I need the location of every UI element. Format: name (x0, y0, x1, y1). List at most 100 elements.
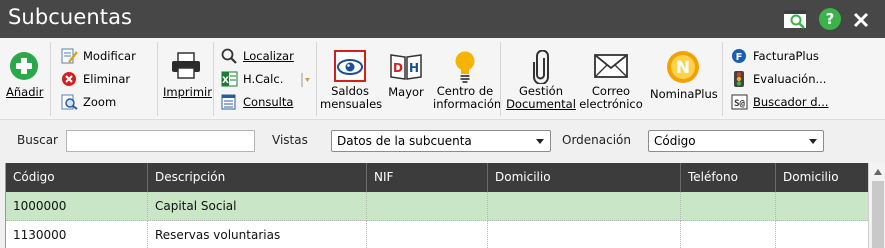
information-center-label-2: información (433, 97, 502, 111)
cell-address (488, 192, 681, 221)
finder-button[interactable]: S@ Buscador d... (731, 92, 831, 112)
facturaplus-button[interactable]: F FacturaPlus (731, 46, 831, 66)
document-management-label-2: Documental (506, 97, 576, 111)
evaluation-label: Evaluación... (753, 72, 827, 86)
table-row[interactable]: 1000000 Capital Social (6, 192, 868, 221)
modify-label: Modificar (83, 49, 136, 63)
finder-icon: S@ (731, 94, 748, 110)
finder-label: Buscador d... (753, 95, 829, 109)
cell-code: 1130000 (6, 221, 148, 248)
cell-code: 1000000 (6, 192, 148, 221)
vertical-scrollbar[interactable] (868, 163, 885, 248)
search-input[interactable] (66, 130, 255, 152)
title-bar: Subcuentas ? (0, 0, 885, 38)
modify-button[interactable]: Modificar (61, 46, 151, 66)
cell-description: Capital Social (148, 192, 367, 221)
facturaplus-label: FacturaPlus (753, 49, 819, 63)
paperclip-icon (533, 50, 549, 84)
chevron-down-icon (809, 139, 817, 144)
cell-address-2 (776, 192, 868, 221)
edit-document-icon (61, 48, 78, 64)
eye-icon (334, 50, 366, 82)
spreadsheet-icon: X (221, 71, 238, 87)
scroll-up-icon[interactable] (873, 168, 883, 176)
envelope-icon (594, 54, 628, 78)
zoom-button[interactable]: Zoom (61, 92, 151, 112)
delete-button[interactable]: Eliminar (61, 69, 151, 89)
add-icon (10, 52, 38, 80)
svg-text:D: D (393, 61, 403, 75)
zoom-label: Zoom (83, 95, 117, 109)
print-button[interactable]: Imprimir (163, 48, 212, 112)
filter-bar: Buscar Vistas Datos de la subcuenta Orde… (0, 120, 885, 162)
zoom-document-icon (61, 94, 78, 110)
close-icon[interactable] (851, 7, 871, 31)
cell-phone (681, 192, 776, 221)
monthly-balances-button[interactable]: Saldos mensuales (320, 48, 383, 114)
cell-address-2 (776, 221, 868, 248)
order-select-value: Código (654, 134, 696, 148)
monthly-balances-label-2: mensuales (320, 97, 383, 111)
views-select[interactable]: Datos de la subcuenta (331, 130, 551, 152)
svg-text:F: F (736, 52, 743, 63)
window-title: Subcuentas (8, 5, 133, 29)
magnifier-icon (221, 48, 237, 64)
nominaplus-button[interactable]: N NominaPlus (650, 48, 718, 112)
separator (157, 42, 158, 116)
cell-address (488, 221, 681, 248)
evaluation-button[interactable]: Evaluación... (731, 69, 831, 89)
svg-text:S@: S@ (734, 99, 745, 109)
locate-button[interactable]: Localizar (221, 46, 311, 66)
svg-text:H: H (409, 61, 419, 75)
svg-text:?: ? (826, 10, 835, 28)
separator (500, 42, 501, 116)
printer-icon (172, 52, 200, 79)
delete-label: Eliminar (83, 72, 131, 86)
separator (316, 42, 317, 116)
svg-text:X: X (222, 76, 229, 86)
cell-phone (681, 221, 776, 248)
email-button[interactable]: Correo electrónico (578, 48, 644, 114)
facturaplus-logo-icon: F (732, 49, 746, 63)
ledger-label: Mayor (388, 85, 424, 99)
add-button[interactable]: Añadir (6, 48, 43, 112)
column-header-address[interactable]: Domicilio (488, 163, 681, 192)
separator (213, 42, 214, 116)
hcalc-dropdown-icon[interactable] (301, 73, 311, 87)
order-label: Ordenación (562, 133, 632, 147)
chevron-down-icon (536, 139, 544, 144)
cell-nif (367, 221, 488, 248)
information-center-button[interactable]: Centro de información (433, 48, 502, 114)
search-label: Buscar (17, 133, 58, 147)
search-window-icon[interactable] (783, 7, 809, 31)
order-select[interactable]: Código (648, 130, 824, 152)
print-label: Imprimir (163, 85, 212, 99)
ledger-book-icon: D H (390, 54, 422, 80)
nominaplus-label: NominaPlus (650, 87, 718, 101)
help-icon[interactable]: ? (818, 7, 842, 31)
document-management-button[interactable]: Gestión Documental (506, 48, 576, 114)
column-header-code[interactable]: Código (6, 163, 148, 192)
cell-nif (367, 192, 488, 221)
separator (50, 42, 51, 116)
column-header-address-2[interactable]: Domicilio (776, 163, 868, 192)
table-row[interactable]: 1130000 Reservas voluntarias (6, 221, 868, 248)
views-label: Vistas (272, 133, 308, 147)
ledger-button[interactable]: D H Mayor (386, 48, 426, 112)
cell-description: Reservas voluntarias (148, 221, 367, 248)
column-header-nif[interactable]: NIF (367, 163, 488, 192)
column-header-description[interactable]: Descripción (148, 163, 367, 192)
grid-header: Código Descripción NIF Domicilio Teléfon… (6, 163, 868, 192)
nominaplus-logo-icon: N (667, 51, 699, 83)
locate-label: Localizar (243, 49, 294, 63)
hcalc-button[interactable]: X H.Calc. (221, 69, 291, 89)
query-label: Consulta (243, 95, 294, 109)
email-label-2: electrónico (579, 97, 643, 111)
lightbulb-icon (455, 51, 475, 83)
column-header-phone[interactable]: Teléfono (681, 163, 776, 192)
traffic-light-icon (734, 71, 744, 87)
query-button[interactable]: Consulta (221, 92, 311, 112)
accounts-grid: Código Descripción NIF Domicilio Teléfon… (5, 163, 885, 248)
ribbon-toolbar: Añadir Modificar Eliminar Zoom Imprimir … (0, 38, 885, 120)
scrollbar-thumb[interactable] (872, 181, 884, 248)
